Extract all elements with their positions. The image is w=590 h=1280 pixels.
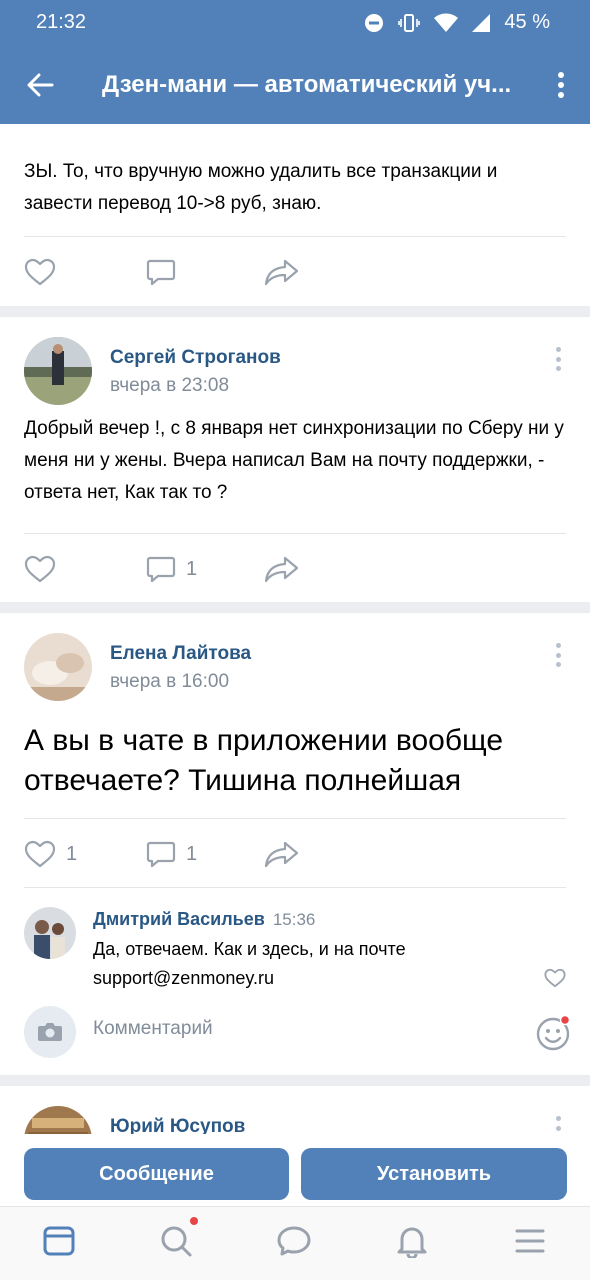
install-button[interactable]: Установить	[301, 1148, 567, 1200]
avatar[interactable]	[24, 633, 92, 701]
post-menu-icon[interactable]	[548, 1112, 568, 1134]
action-bar: Сообщение Установить	[0, 1134, 590, 1206]
avatar[interactable]	[24, 1106, 92, 1134]
smile-icon	[536, 1014, 571, 1051]
divider	[24, 236, 566, 237]
camera-icon	[38, 1023, 62, 1041]
share-button[interactable]	[264, 252, 300, 292]
share-icon	[264, 259, 299, 286]
like-button[interactable]	[24, 252, 56, 292]
post-card: Сергей Строганов вчера в 23:08 Добрый ве…	[0, 317, 590, 602]
share-button[interactable]	[264, 834, 300, 874]
app-header: 21:32 45 % Дзен-мани — автоматический уч…	[0, 0, 590, 124]
bottom-tab-bar	[0, 1206, 590, 1280]
vibrate-icon	[398, 13, 421, 33]
comment-input-row: Комментарий	[0, 1006, 590, 1066]
messages-tab-icon	[277, 1226, 311, 1256]
dnd-icon	[364, 13, 384, 33]
post-actions: 1 1	[0, 834, 590, 874]
comment-count: 1	[186, 842, 198, 865]
comment-author-name[interactable]: Дмитрий Васильев	[93, 909, 265, 929]
share-button[interactable]	[264, 549, 300, 589]
post-menu-icon[interactable]	[548, 639, 568, 671]
tab-messages[interactable]	[274, 1221, 314, 1261]
notification-dot	[190, 1217, 198, 1225]
like-button[interactable]: 1	[24, 834, 77, 874]
status-bar: 21:32 45 %	[0, 0, 590, 46]
signal-icon	[472, 13, 491, 33]
more-button[interactable]	[532, 46, 590, 124]
tab-news[interactable]	[39, 1221, 79, 1261]
post-date: вчера в 16:00	[110, 671, 230, 692]
author-name[interactable]: Юрий Юсупов	[110, 1116, 245, 1134]
wifi-icon	[434, 13, 459, 33]
post-date: вчера в 23:08	[110, 375, 230, 396]
share-icon	[264, 556, 299, 583]
divider	[24, 818, 566, 819]
like-button[interactable]	[24, 549, 66, 589]
page-title: Дзен-мани — автоматический уч...	[102, 71, 512, 98]
post-card: ЗЫ. То, что вручную можно удалить все тр…	[0, 124, 590, 306]
comment-input[interactable]: Комментарий	[93, 1018, 213, 1040]
comment-count: 1	[186, 557, 198, 580]
arrow-left-icon	[27, 73, 54, 97]
more-vertical-icon	[558, 72, 564, 98]
heart-icon	[24, 258, 56, 286]
comment-button[interactable]	[146, 252, 176, 292]
feed[interactable]: ЗЫ. То, что вручную можно удалить все тр…	[0, 124, 590, 1134]
author-name[interactable]: Сергей Строганов	[110, 347, 281, 369]
news-tab-icon	[43, 1226, 75, 1256]
comment-time: 15:36	[272, 910, 316, 929]
share-icon	[264, 841, 299, 868]
comment-like-button[interactable]	[544, 968, 566, 993]
post-actions	[0, 252, 590, 292]
back-button[interactable]	[0, 46, 80, 124]
tab-menu[interactable]	[510, 1221, 550, 1261]
post-menu-icon[interactable]	[548, 343, 568, 375]
status-icons: 45 %	[364, 11, 550, 34]
tab-search[interactable]	[156, 1217, 198, 1261]
heart-icon	[24, 555, 56, 583]
author-name[interactable]: Елена Лайтова	[110, 643, 251, 665]
status-time: 21:32	[36, 11, 87, 33]
app-bar: Дзен-мани — автоматический уч...	[0, 46, 590, 124]
post-actions: 1	[0, 549, 590, 589]
comment-icon	[146, 841, 176, 868]
comment-button[interactable]: 1	[146, 834, 197, 874]
post-card: Елена Лайтова вчера в 16:00 А вы в чате …	[0, 613, 590, 1075]
post-card: Юрий Юсупов	[0, 1086, 590, 1134]
bell-tab-icon	[397, 1227, 427, 1258]
avatar[interactable]	[24, 337, 92, 405]
heart-icon	[544, 968, 566, 988]
battery-level: 45 %	[504, 11, 550, 33]
heart-icon	[24, 840, 56, 868]
emoji-button[interactable]	[534, 1014, 572, 1052]
search-tab-icon	[161, 1226, 192, 1257]
comment-button[interactable]: 1	[146, 549, 197, 589]
comment-icon	[146, 259, 176, 286]
tab-notifications[interactable]	[392, 1221, 432, 1261]
comment-author: Дмитрий Васильев 15:36	[93, 909, 315, 930]
comment-text: Да, отвечаем. Как и здесь, и на почте su…	[93, 939, 406, 988]
message-button[interactable]: Сообщение	[24, 1148, 289, 1200]
camera-button[interactable]	[24, 1006, 76, 1058]
divider	[24, 533, 566, 534]
comment-avatar[interactable]	[24, 907, 76, 959]
post-text: А вы в чате в приложении вообще отвечает…	[24, 724, 504, 797]
menu-tab-icon	[515, 1229, 545, 1253]
divider	[24, 887, 566, 888]
comment-icon	[146, 556, 176, 583]
post-text: ЗЫ. То, что вручную можно удалить все тр…	[24, 161, 498, 214]
post-text: Добрый вечер !, с 8 января нет синхрониз…	[24, 418, 564, 503]
like-count: 1	[66, 842, 78, 865]
